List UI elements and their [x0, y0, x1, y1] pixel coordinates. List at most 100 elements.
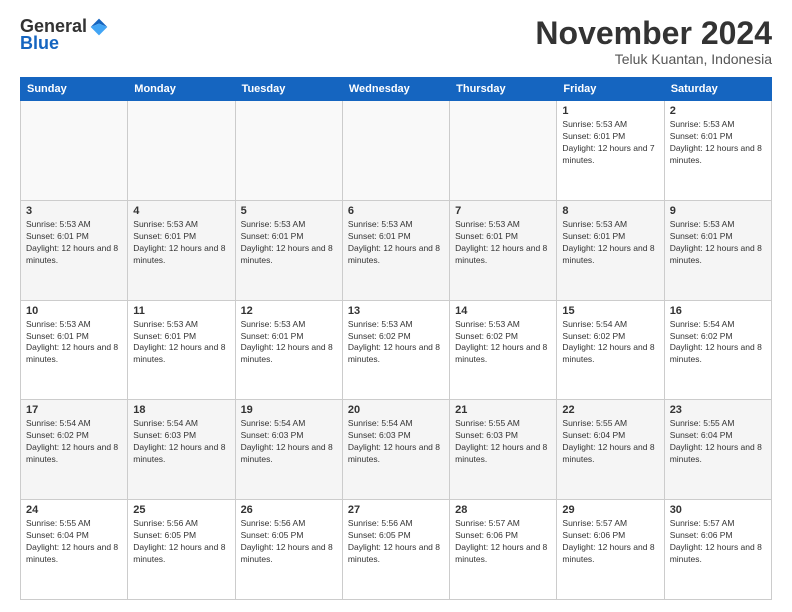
- header: General Blue November 2024 Teluk Kuantan…: [20, 16, 772, 67]
- day-number: 1: [562, 105, 658, 117]
- week-row-4: 24Sunrise: 5:55 AMSunset: 6:04 PMDayligh…: [21, 500, 772, 600]
- day-number: 13: [348, 305, 444, 317]
- calendar-cell: 19 Sunrise: 5:54 AMSunset: 6:03 PMDayligh…: [235, 400, 342, 500]
- day-number: 8: [562, 205, 658, 217]
- calendar-cell: [235, 101, 342, 201]
- title-section: November 2024 Teluk Kuantan, Indonesia: [535, 16, 772, 67]
- header-friday: Friday: [557, 78, 664, 101]
- calendar-cell: 13 Sunrise: 5:53 AMSunset: 6:02 PMDayligh…: [342, 300, 449, 400]
- day-number: 2: [670, 105, 766, 117]
- calendar-cell: 8 Sunrise: 5:53 AMSunset: 6:01 PMDaylight…: [557, 200, 664, 300]
- day-number: 21: [455, 404, 551, 416]
- header-monday: Monday: [128, 78, 235, 101]
- day-number: 19: [241, 404, 337, 416]
- header-wednesday: Wednesday: [342, 78, 449, 101]
- day-number: 28: [455, 504, 551, 516]
- calendar-cell: 15 Sunrise: 5:54 AMSunset: 6:02 PMDayligh…: [557, 300, 664, 400]
- header-sunday: Sunday: [21, 78, 128, 101]
- calendar-cell: 4 Sunrise: 5:53 AMSunset: 6:01 PMDaylight…: [128, 200, 235, 300]
- cell-info: Sunrise: 5:55 AMSunset: 6:04 PMDaylight:…: [670, 418, 766, 466]
- day-number: 5: [241, 205, 337, 217]
- day-number: 20: [348, 404, 444, 416]
- calendar-cell: 26 Sunrise: 5:56 AMSunset: 6:05 PMDayligh…: [235, 500, 342, 600]
- calendar-cell: 6 Sunrise: 5:53 AMSunset: 6:01 PMDaylight…: [342, 200, 449, 300]
- cell-info: Sunrise: 5:55 AMSunset: 6:03 PMDaylight:…: [455, 418, 551, 466]
- header-tuesday: Tuesday: [235, 78, 342, 101]
- header-thursday: Thursday: [450, 78, 557, 101]
- day-number: 26: [241, 504, 337, 516]
- week-row-0: 1 Sunrise: 5:53 AMSunset: 6:01 PMDaylight…: [21, 101, 772, 201]
- cell-info: Sunrise: 5:53 AMSunset: 6:01 PMDaylight:…: [562, 219, 658, 267]
- calendar-cell: 20 Sunrise: 5:54 AMSunset: 6:03 PMDayligh…: [342, 400, 449, 500]
- day-number: 12: [241, 305, 337, 317]
- cell-info: Sunrise: 5:57 AMSunset: 6:06 PMDaylight:…: [670, 518, 766, 566]
- calendar-cell: 7Sunrise: 5:53 AMSunset: 6:01 PMDaylight…: [450, 200, 557, 300]
- cell-info: Sunrise: 5:53 AMSunset: 6:02 PMDaylight:…: [348, 319, 444, 367]
- calendar-cell: 9Sunrise: 5:53 AMSunset: 6:01 PMDaylight…: [664, 200, 771, 300]
- calendar-cell: 10 Sunrise: 5:53 AMSunset: 6:01 PMDayligh…: [21, 300, 128, 400]
- cell-info: Sunrise: 5:53 AMSunset: 6:01 PMDaylight:…: [670, 219, 766, 267]
- cell-info: Sunrise: 5:54 AMSunset: 6:02 PMDaylight:…: [562, 319, 658, 367]
- day-number: 16: [670, 305, 766, 317]
- cell-info: Sunrise: 5:53 AMSunset: 6:01 PMDaylight:…: [241, 219, 337, 267]
- cell-info: Sunrise: 5:57 AMSunset: 6:06 PMDaylight:…: [455, 518, 551, 566]
- day-number: 18: [133, 404, 229, 416]
- calendar-cell: 18 Sunrise: 5:54 AMSunset: 6:03 PMDayligh…: [128, 400, 235, 500]
- day-number: 15: [562, 305, 658, 317]
- calendar-cell: 24Sunrise: 5:55 AMSunset: 6:04 PMDayligh…: [21, 500, 128, 600]
- calendar-cell: [21, 101, 128, 201]
- month-title: November 2024: [535, 16, 772, 51]
- cell-info: Sunrise: 5:53 AMSunset: 6:01 PMDaylight:…: [133, 319, 229, 367]
- calendar-cell: 28 Sunrise: 5:57 AMSunset: 6:06 PMDayligh…: [450, 500, 557, 600]
- calendar-cell: 3Sunrise: 5:53 AMSunset: 6:01 PMDaylight…: [21, 200, 128, 300]
- day-number: 11: [133, 305, 229, 317]
- cell-info: Sunrise: 5:54 AMSunset: 6:03 PMDaylight:…: [133, 418, 229, 466]
- logo: General Blue: [20, 16, 109, 54]
- calendar-cell: 1 Sunrise: 5:53 AMSunset: 6:01 PMDaylight…: [557, 101, 664, 201]
- calendar-table: SundayMondayTuesdayWednesdayThursdayFrid…: [20, 77, 772, 600]
- calendar-cell: 12 Sunrise: 5:53 AMSunset: 6:01 PMDayligh…: [235, 300, 342, 400]
- calendar-cell: [128, 101, 235, 201]
- day-number: 6: [348, 205, 444, 217]
- day-number: 25: [133, 504, 229, 516]
- calendar-cell: 25 Sunrise: 5:56 AMSunset: 6:05 PMDayligh…: [128, 500, 235, 600]
- cell-info: Sunrise: 5:57 AMSunset: 6:06 PMDaylight:…: [562, 518, 658, 566]
- calendar-cell: 11 Sunrise: 5:53 AMSunset: 6:01 PMDayligh…: [128, 300, 235, 400]
- cell-info: Sunrise: 5:54 AMSunset: 6:02 PMDaylight:…: [670, 319, 766, 367]
- cell-info: Sunrise: 5:53 AMSunset: 6:01 PMDaylight:…: [26, 319, 122, 367]
- day-number: 14: [455, 305, 551, 317]
- cell-info: Sunrise: 5:53 AMSunset: 6:01 PMDaylight:…: [348, 219, 444, 267]
- day-number: 3: [26, 205, 122, 217]
- cell-info: Sunrise: 5:55 AMSunset: 6:04 PMDaylight:…: [562, 418, 658, 466]
- day-number: 30: [670, 504, 766, 516]
- week-row-1: 3 Sunrise: 5:53 AMSunset: 6:01 PMDaylight…: [21, 200, 772, 300]
- location: Teluk Kuantan, Indonesia: [535, 51, 772, 67]
- cell-info: Sunrise: 5:55 AMSunset: 6:04 PMDaylight:…: [26, 518, 122, 566]
- cell-info: Sunrise: 5:53 AMSunset: 6:01 PMDaylight:…: [670, 119, 766, 167]
- cell-info: Sunrise: 5:56 AMSunset: 6:05 PMDaylight:…: [133, 518, 229, 566]
- calendar-cell: [450, 101, 557, 201]
- day-number: 10: [26, 305, 122, 317]
- calendar-cell: [342, 101, 449, 201]
- calendar-cell: 22Sunrise: 5:55 AMSunset: 6:04 PMDayligh…: [557, 400, 664, 500]
- calendar-cell: 21 Sunrise: 5:55 AMSunset: 6:03 PMDayligh…: [450, 400, 557, 500]
- cell-info: Sunrise: 5:53 AMSunset: 6:02 PMDaylight:…: [455, 319, 551, 367]
- header-row: SundayMondayTuesdayWednesdayThursdayFrid…: [21, 78, 772, 101]
- cell-info: Sunrise: 5:54 AMSunset: 6:03 PMDaylight:…: [241, 418, 337, 466]
- cell-info: Sunrise: 5:56 AMSunset: 6:05 PMDaylight:…: [241, 518, 337, 566]
- page: General Blue November 2024 Teluk Kuantan…: [0, 0, 792, 612]
- week-row-3: 17Sunrise: 5:54 AMSunset: 6:02 PMDayligh…: [21, 400, 772, 500]
- cell-info: Sunrise: 5:56 AMSunset: 6:05 PMDaylight:…: [348, 518, 444, 566]
- cell-info: Sunrise: 5:53 AMSunset: 6:01 PMDaylight:…: [241, 319, 337, 367]
- cell-info: Sunrise: 5:54 AMSunset: 6:03 PMDaylight:…: [348, 418, 444, 466]
- calendar-cell: 23 Sunrise: 5:55 AMSunset: 6:04 PMDayligh…: [664, 400, 771, 500]
- logo-blue: Blue: [20, 33, 59, 54]
- day-number: 4: [133, 205, 229, 217]
- logo-icon: [89, 17, 109, 37]
- cell-info: Sunrise: 5:53 AMSunset: 6:01 PMDaylight:…: [133, 219, 229, 267]
- calendar-cell: 5 Sunrise: 5:53 AMSunset: 6:01 PMDaylight…: [235, 200, 342, 300]
- calendar-cell: 14 Sunrise: 5:53 AMSunset: 6:02 PMDayligh…: [450, 300, 557, 400]
- cell-info: Sunrise: 5:53 AMSunset: 6:01 PMDaylight:…: [562, 119, 658, 167]
- day-number: 23: [670, 404, 766, 416]
- day-number: 7: [455, 205, 551, 217]
